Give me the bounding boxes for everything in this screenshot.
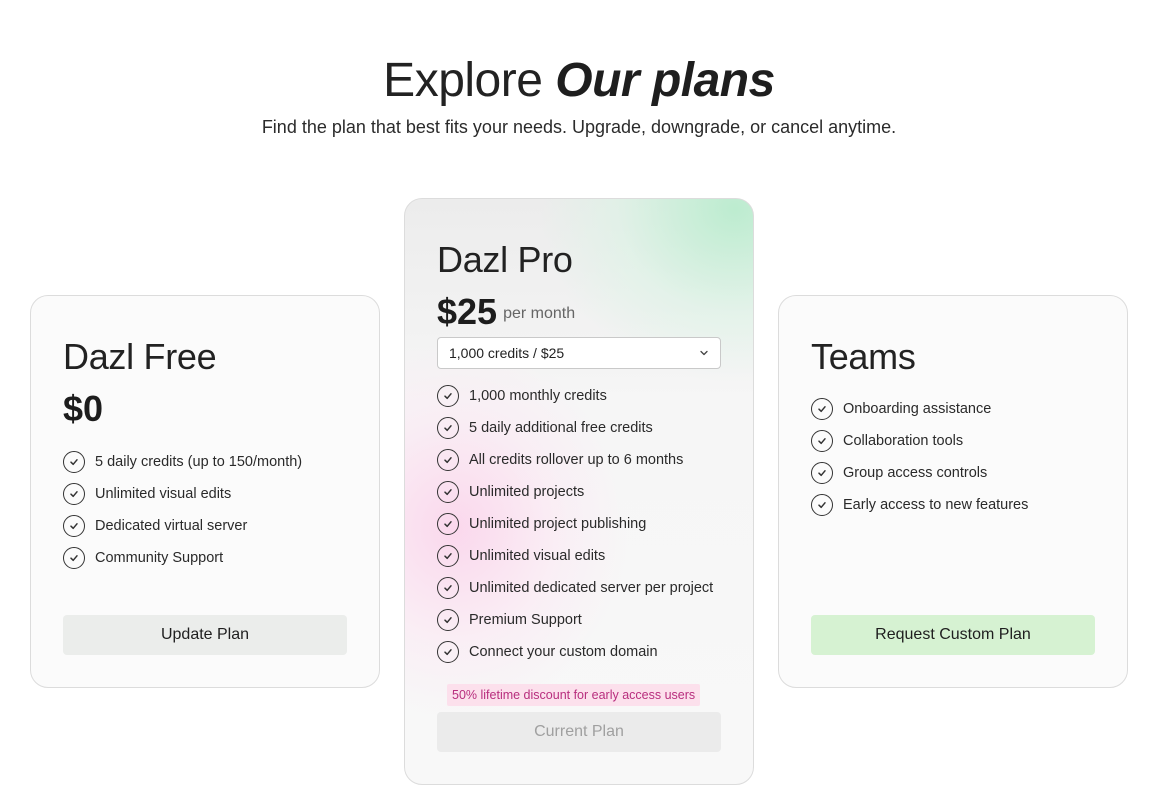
feature-item: Unlimited projects <box>437 476 713 508</box>
feature-list: Onboarding assistance Collaboration tool… <box>811 393 1028 521</box>
title-plain: Explore <box>383 54 543 107</box>
feature-list: 1,000 monthly credits 5 daily additional… <box>437 380 713 668</box>
discount-badge: 50% lifetime discount for early access u… <box>447 684 701 706</box>
feature-item: 1,000 monthly credits <box>437 380 713 412</box>
feature-label: Unlimited project publishing <box>469 516 647 532</box>
check-circle-icon <box>437 449 459 471</box>
feature-label: Onboarding assistance <box>843 401 992 417</box>
feature-label: Unlimited dedicated server per project <box>469 580 714 596</box>
check-circle-icon <box>811 398 833 420</box>
check-circle-icon <box>811 462 833 484</box>
check-circle-icon <box>63 451 85 473</box>
plan-price-amount: $25 <box>437 291 498 332</box>
page-title: Explore Our plans <box>0 52 1158 110</box>
check-circle-icon <box>437 385 459 407</box>
feature-item: All credits rollover up to 6 months <box>437 444 713 476</box>
feature-item: Premium Support <box>437 604 713 636</box>
check-circle-icon <box>811 494 833 516</box>
credits-select-value: 1,000 credits / $25 <box>449 345 565 361</box>
feature-item: Group access controls <box>811 457 1028 489</box>
feature-list: 5 daily credits (up to 150/month) Unlimi… <box>63 446 302 574</box>
feature-item: Dedicated virtual server <box>63 510 302 542</box>
request-custom-plan-button[interactable]: Request Custom Plan <box>811 615 1095 655</box>
feature-label: Early access to new features <box>843 497 1029 513</box>
check-circle-icon <box>437 481 459 503</box>
feature-label: Dedicated virtual server <box>95 518 248 534</box>
feature-item: 5 daily additional free credits <box>437 412 713 444</box>
title-emphasis: Our plans <box>555 54 775 107</box>
plan-price: $25 per month <box>437 291 575 335</box>
check-circle-icon <box>63 483 85 505</box>
chevron-down-icon <box>700 350 708 356</box>
feature-item: Unlimited project publishing <box>437 508 713 540</box>
check-circle-icon <box>63 515 85 537</box>
update-plan-button[interactable]: Update Plan <box>63 615 347 655</box>
plan-name: Dazl Pro <box>437 239 573 280</box>
feature-item: Unlimited visual edits <box>437 540 713 572</box>
feature-item: Collaboration tools <box>811 425 1028 457</box>
feature-item: Connect your custom domain <box>437 636 713 668</box>
feature-item: 5 daily credits (up to 150/month) <box>63 446 302 478</box>
credits-select[interactable]: 1,000 credits / $25 <box>437 337 721 369</box>
feature-label: 5 daily credits (up to 150/month) <box>95 454 303 470</box>
plan-price-period: per month <box>503 305 576 322</box>
feature-item: Early access to new features <box>811 489 1028 521</box>
plan-name: Teams <box>811 336 916 377</box>
feature-label: Unlimited visual edits <box>469 548 606 564</box>
feature-item: Unlimited dedicated server per project <box>437 572 713 604</box>
check-circle-icon <box>63 547 85 569</box>
feature-item: Community Support <box>63 542 302 574</box>
feature-label: Community Support <box>95 550 224 566</box>
plan-card-free: Dazl Free $0 5 daily credits (up to 150/… <box>30 295 380 688</box>
plan-price: $0 <box>63 388 104 429</box>
feature-label: Unlimited projects <box>469 484 585 500</box>
check-circle-icon <box>437 417 459 439</box>
feature-label: Connect your custom domain <box>469 644 658 660</box>
plan-card-pro: Dazl Pro $25 per month 1,000 credits / $2… <box>404 198 754 785</box>
feature-label: Group access controls <box>843 465 988 481</box>
feature-label: 5 daily additional free credits <box>469 420 653 436</box>
check-circle-icon <box>437 513 459 535</box>
check-circle-icon <box>437 577 459 599</box>
current-plan-button[interactable]: Current Plan <box>437 712 721 752</box>
feature-label: Unlimited visual edits <box>95 486 232 502</box>
check-circle-icon <box>811 430 833 452</box>
feature-item: Unlimited visual edits <box>63 478 302 510</box>
plan-name: Dazl Free <box>63 336 217 377</box>
feature-label: Collaboration tools <box>843 433 964 449</box>
feature-label: 1,000 monthly credits <box>469 388 607 404</box>
feature-label: Premium Support <box>469 612 582 628</box>
check-circle-icon <box>437 545 459 567</box>
feature-label: All credits rollover up to 6 months <box>469 452 684 468</box>
plan-card-teams: Teams Onboarding assistance Collaboratio… <box>778 295 1128 688</box>
check-circle-icon <box>437 609 459 631</box>
page-subtitle: Find the plan that best fits your needs.… <box>261 117 897 137</box>
page-header: Explore Our plans Find the plan that bes… <box>0 52 1158 139</box>
check-circle-icon <box>437 641 459 663</box>
feature-item: Onboarding assistance <box>811 393 1028 425</box>
